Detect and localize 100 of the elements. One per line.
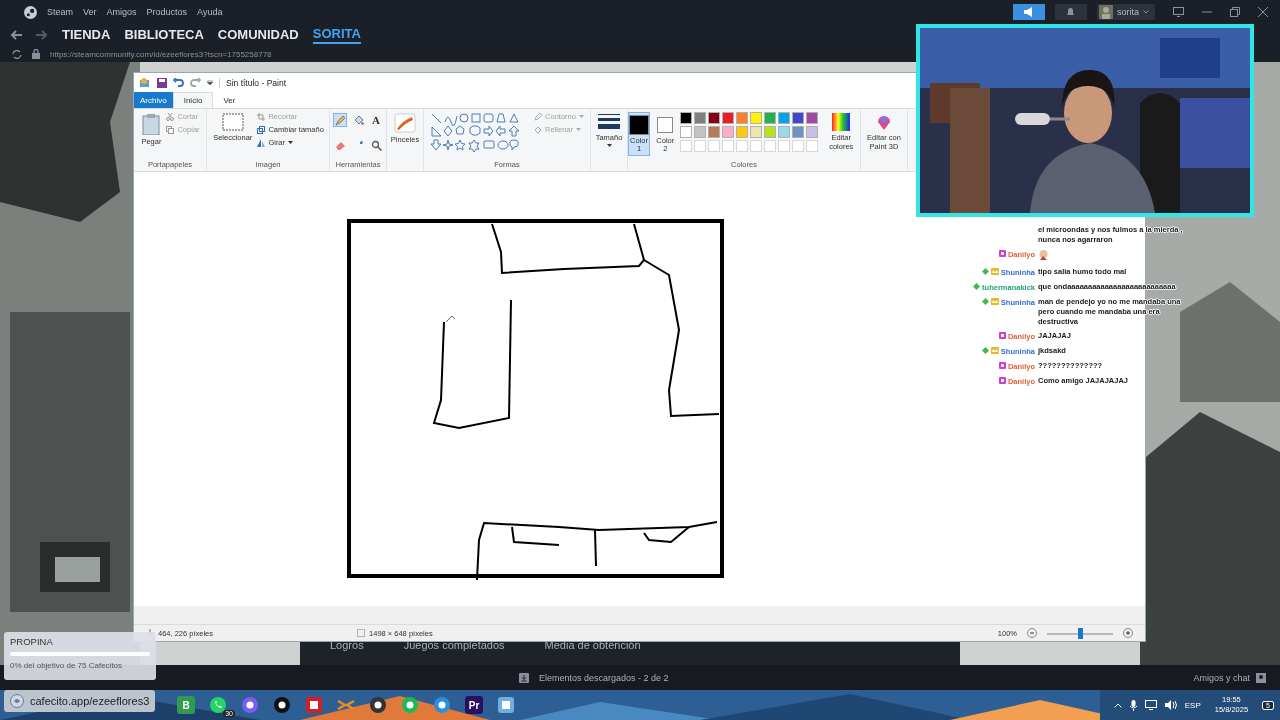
window-title: Sin título - Paint: [219, 77, 286, 88]
magnifier-icon[interactable]: [369, 138, 383, 153]
nav-tab[interactable]: COMUNIDAD: [217, 27, 299, 43]
caret-down-icon: [576, 128, 581, 131]
outline-icon: [534, 112, 543, 121]
menu-item[interactable]: Productos: [146, 7, 188, 17]
menu-item[interactable]: Ver: [83, 7, 97, 17]
resize-icon: [257, 125, 266, 134]
color-swatch[interactable]: [792, 126, 805, 138]
app-icon[interactable]: [497, 696, 515, 714]
diamond-badge-icon: [981, 347, 989, 354]
color-swatch[interactable]: [806, 112, 819, 124]
crown-badge-icon: [990, 268, 999, 275]
nav-tab[interactable]: BIBLIOTECA: [124, 27, 204, 43]
color-swatch[interactable]: [708, 112, 721, 124]
lock-icon: [32, 49, 40, 59]
zoom-in-icon[interactable]: [1123, 628, 1133, 638]
color-swatch[interactable]: [792, 112, 805, 124]
pencil-icon[interactable]: [333, 113, 347, 127]
close-icon[interactable]: [1258, 7, 1268, 17]
downloads-status[interactable]: Elementos descargados - 2 de 2: [538, 672, 669, 683]
steam-logo-icon[interactable]: [24, 5, 37, 19]
file-tab[interactable]: Archivo: [134, 92, 173, 108]
caret-down-icon: [288, 141, 294, 144]
caret-down-icon: [606, 144, 612, 147]
url-text[interactable]: https://steamcommunity.com/id/ezeeflores3?tscn=1755258778: [50, 49, 272, 59]
speaker-icon[interactable]: [1164, 700, 1177, 710]
tip-title: PROPINA: [10, 636, 54, 647]
save-icon[interactable]: [157, 77, 167, 88]
avatar-icon: [1099, 5, 1113, 19]
app-icon[interactable]: [273, 696, 291, 714]
user-menu-button[interactable]: sorita: [1097, 4, 1155, 20]
friends-icon[interactable]: [1256, 672, 1266, 683]
redo-icon[interactable]: [190, 77, 201, 88]
app-icon[interactable]: Pr: [465, 696, 483, 714]
profile-tab[interactable]: Juegos completados: [403, 639, 505, 651]
ribbon-tab[interactable]: Ver: [213, 92, 246, 108]
app-icon[interactable]: [241, 696, 259, 714]
megaphone-icon: [1023, 7, 1035, 17]
color-swatch[interactable]: [736, 126, 749, 138]
app-icon[interactable]: [433, 696, 451, 714]
monitor-icon[interactable]: [1173, 7, 1184, 17]
color-spectrum-icon: [832, 113, 851, 131]
color-swatch[interactable]: [736, 112, 749, 124]
selection-icon: [221, 113, 244, 131]
announcement-button[interactable]: [1013, 4, 1045, 20]
profile-tab[interactable]: Logros: [330, 639, 364, 651]
network-icon[interactable]: [1144, 700, 1157, 710]
app-icon[interactable]: [369, 696, 387, 714]
back-arrow-icon[interactable]: [10, 30, 22, 40]
app-icon[interactable]: B: [177, 696, 195, 714]
color-swatch[interactable]: [708, 126, 721, 138]
line-width-icon: [598, 113, 620, 131]
nav-tab[interactable]: TIENDA: [62, 27, 111, 43]
zoom-out-icon[interactable]: [1027, 628, 1037, 638]
reload-icon[interactable]: [12, 49, 22, 59]
color-swatch[interactable]: [694, 126, 707, 138]
forward-arrow-icon[interactable]: [36, 30, 48, 40]
color-swatch[interactable]: [694, 112, 707, 124]
color-swatch[interactable]: [680, 112, 693, 124]
download-icon[interactable]: [518, 672, 529, 683]
crown-badge-icon: [990, 298, 999, 305]
crown-badge-icon: [990, 347, 999, 354]
menu-item[interactable]: Amigos: [106, 7, 137, 17]
app-icon[interactable]: [401, 696, 419, 714]
app-icon[interactable]: [305, 696, 323, 714]
cafecito-link[interactable]: cafecito.app/ezeeflores3: [4, 690, 156, 712]
notification-button[interactable]: [1055, 4, 1087, 20]
undo-icon[interactable]: [173, 77, 184, 88]
paint-app-icon[interactable]: [139, 77, 151, 88]
subscriber-badge-icon: [998, 250, 1006, 257]
nav-tab[interactable]: SORITA: [312, 26, 361, 44]
text-tool[interactable]: A: [369, 113, 383, 127]
chevron-up-icon[interactable]: [1113, 702, 1122, 708]
menu-item[interactable]: Steam: [47, 7, 73, 17]
color-swatch[interactable]: [806, 126, 819, 138]
restore-icon[interactable]: [1230, 7, 1240, 17]
rotate-icon: [257, 138, 266, 147]
color-swatch[interactable]: [778, 126, 791, 138]
color-swatch[interactable]: [764, 126, 777, 138]
color-swatch[interactable]: [722, 126, 735, 138]
color-swatch[interactable]: [750, 112, 763, 124]
language-indicator[interactable]: ESP: [1184, 700, 1201, 710]
crop-icon: [257, 112, 266, 121]
fill-icon: [534, 125, 543, 134]
color-swatch[interactable]: [764, 112, 777, 124]
dropdown-arrow-icon[interactable]: [207, 80, 213, 85]
goal-text: 0% del objetivo de 75 Cafecitos: [10, 661, 124, 670]
microphone-icon[interactable]: [1129, 699, 1137, 711]
color-swatch[interactable]: [778, 112, 791, 124]
ribbon-tab[interactable]: Inicio: [172, 92, 214, 108]
clipboard-icon: [142, 113, 161, 135]
friends-chat-link[interactable]: Amigos y chat: [1193, 672, 1250, 683]
menu-item[interactable]: Ayuda: [197, 7, 223, 17]
color-swatch[interactable]: [750, 126, 763, 138]
color-swatch[interactable]: [680, 126, 693, 138]
phone-bubble-icon[interactable]: [209, 696, 227, 714]
logo-icon: [10, 694, 24, 708]
color-swatch[interactable]: [722, 112, 735, 124]
copy-icon: [166, 125, 175, 134]
